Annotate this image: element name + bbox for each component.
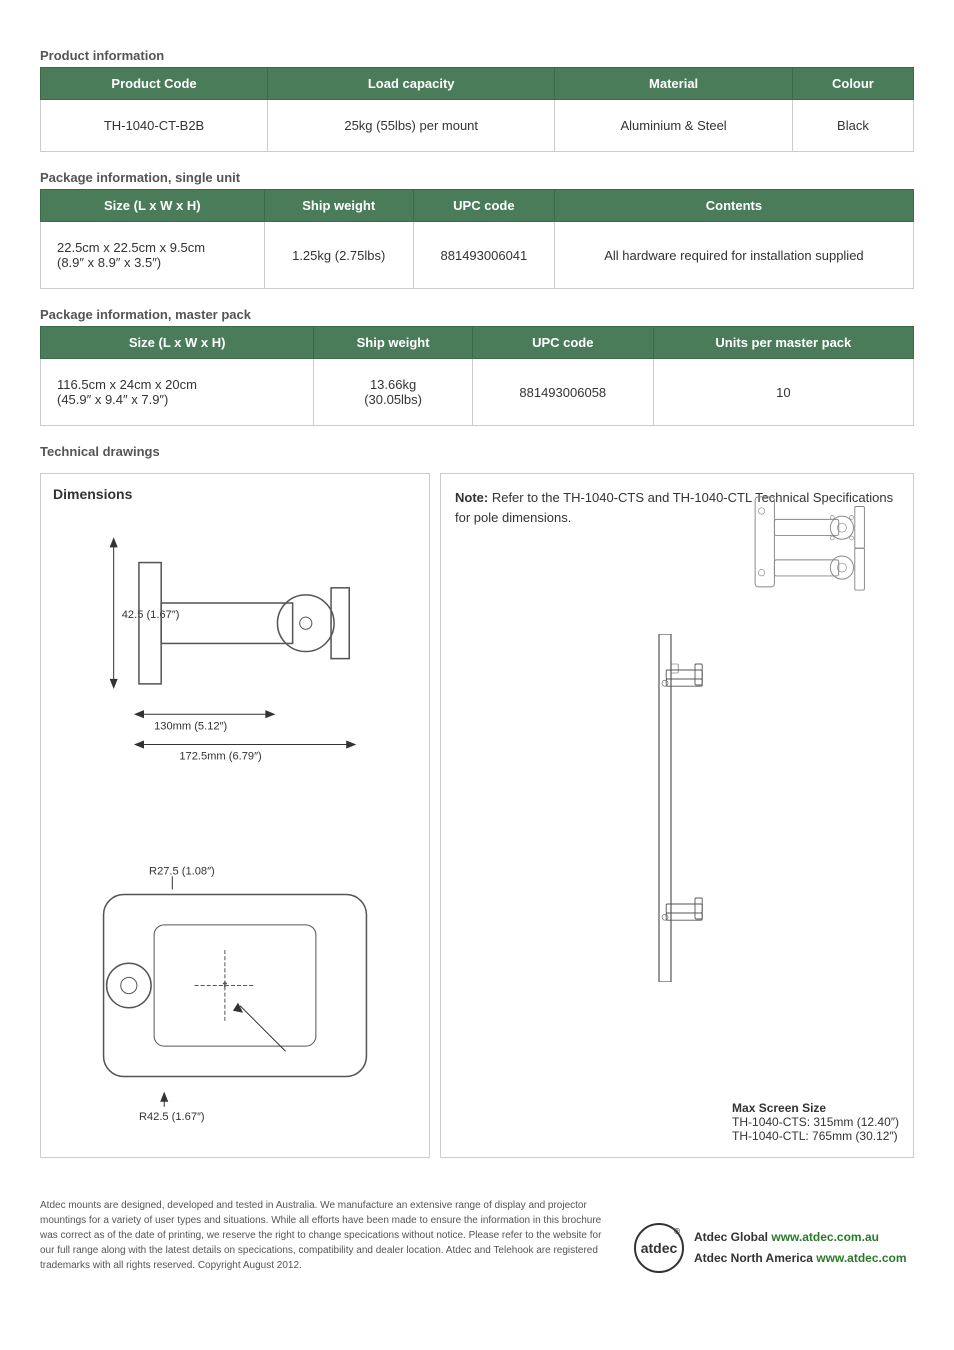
footer-brand: atdec ® Atdec Global www.atdec.com.au At…: [634, 1223, 914, 1273]
col-size-master: Size (L x W x H): [41, 327, 314, 359]
na-brand: Atdec North America www.atdec.com: [694, 1248, 907, 1268]
global-brand: Atdec Global www.atdec.com.au: [694, 1227, 907, 1247]
col-contents: Contents: [554, 190, 913, 222]
col-load-capacity: Load capacity: [268, 68, 555, 100]
pole-svg: [617, 634, 737, 982]
units-cell: 10: [653, 359, 913, 426]
max-cts: TH-1040-CTS: 315mm (12.40″): [732, 1115, 899, 1129]
render-svg: [723, 484, 903, 613]
product-code-cell: TH-1040-CT-B2B: [41, 100, 268, 152]
max-screen-size: Max Screen Size TH-1040-CTS: 315mm (12.4…: [732, 1101, 899, 1143]
svg-text:130mm (5.12″): 130mm (5.12″): [154, 720, 227, 732]
col-colour: Colour: [792, 68, 913, 100]
package-single-heading: Package information, single unit: [40, 170, 914, 185]
package-master-heading: Package information, master pack: [40, 307, 914, 322]
package-master-table: Size (L x W x H) Ship weight UPC code Un…: [40, 326, 914, 426]
drawings-row: Dimensions 42.5 (1.67″): [40, 473, 914, 1158]
global-label: Atdec Global: [694, 1230, 768, 1244]
table-row: 116.5cm x 24cm x 20cm(45.9″ x 9.4″ x 7.9…: [41, 359, 914, 426]
material-cell: Aluminium & Steel: [555, 100, 793, 152]
col-units: Units per master pack: [653, 327, 913, 359]
top-dimension-svg: 42.5 (1.67″) 130mm (5.12″): [53, 512, 417, 836]
svg-text:172.5mm (6.79″): 172.5mm (6.79″): [179, 751, 262, 763]
dimensions-box: Dimensions 42.5 (1.67″): [40, 473, 430, 1158]
col-ship-weight: Ship weight: [264, 190, 413, 222]
product-info-table: Product Code Load capacity Material Colo…: [40, 67, 914, 152]
contents-cell: All hardware required for installation s…: [554, 222, 913, 289]
upc-cell: 881493006041: [413, 222, 554, 289]
footer: Atdec mounts are designed, developed and…: [40, 1188, 914, 1273]
col-product-code: Product Code: [41, 68, 268, 100]
weight-master-cell: 13.66kg(30.05lbs): [314, 359, 473, 426]
technical-drawings-heading: Technical drawings: [40, 444, 914, 459]
note-box: Note: Refer to the TH-1040-CTS and TH-10…: [440, 473, 914, 1158]
registered-mark: ®: [674, 1227, 680, 1236]
bottom-dimension-svg: R27.5 (1.08″) R42.: [53, 849, 417, 1142]
na-label: Atdec North America: [694, 1251, 813, 1265]
svg-text:R27.5 (1.08″): R27.5 (1.08″): [149, 865, 215, 877]
table-row: TH-1040-CT-B2B 25kg (55lbs) per mount Al…: [41, 100, 914, 152]
brand-links: Atdec Global www.atdec.com.au Atdec Nort…: [694, 1227, 907, 1268]
svg-text:R42.5 (1.67″): R42.5 (1.67″): [139, 1111, 205, 1123]
col-upc-master: UPC code: [472, 327, 653, 359]
size-cell: 22.5cm x 22.5cm x 9.5cm(8.9″ x 8.9″ x 3.…: [41, 222, 265, 289]
load-capacity-cell: 25kg (55lbs) per mount: [268, 100, 555, 152]
note-bold: Note:: [455, 490, 488, 505]
product-info-heading: Product information: [40, 48, 914, 63]
table-row: 22.5cm x 22.5cm x 9.5cm(8.9″ x 8.9″ x 3.…: [41, 222, 914, 289]
global-url: www.atdec.com.au: [771, 1230, 879, 1244]
colour-cell: Black: [792, 100, 913, 152]
na-url: www.atdec.com: [816, 1251, 906, 1265]
upc-master-cell: 881493006058: [472, 359, 653, 426]
logo-text: atdec: [641, 1240, 678, 1256]
col-material: Material: [555, 68, 793, 100]
col-ship-weight-master: Ship weight: [314, 327, 473, 359]
col-size: Size (L x W x H): [41, 190, 265, 222]
size-master-cell: 116.5cm x 24cm x 20cm(45.9″ x 9.4″ x 7.9…: [41, 359, 314, 426]
max-ctl: TH-1040-CTL: 765mm (30.12″): [732, 1129, 899, 1143]
svg-text:42.5 (1.67″): 42.5 (1.67″): [122, 609, 180, 621]
max-screen-title: Max Screen Size: [732, 1101, 899, 1115]
page-container: Product information Product Code Load ca…: [0, 0, 954, 1293]
weight-cell: 1.25kg (2.75lbs): [264, 222, 413, 289]
footer-text: Atdec mounts are designed, developed and…: [40, 1198, 614, 1273]
package-single-table: Size (L x W x H) Ship weight UPC code Co…: [40, 189, 914, 289]
atdec-logo: atdec ®: [634, 1223, 684, 1273]
col-upc: UPC code: [413, 190, 554, 222]
dimensions-title: Dimensions: [53, 486, 417, 502]
atdec-circle: atdec ®: [634, 1223, 684, 1273]
